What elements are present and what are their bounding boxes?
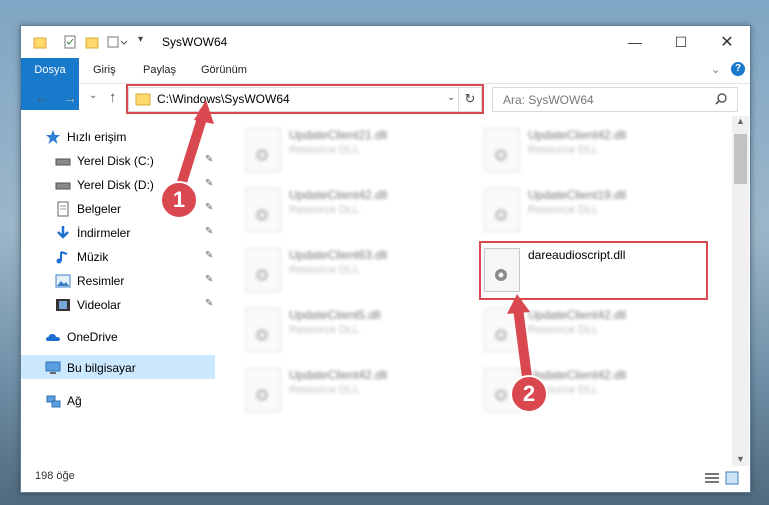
step-badge-2: 2 bbox=[510, 375, 548, 413]
step-badge-1: 1 bbox=[160, 181, 198, 219]
annotation-arrows bbox=[173, 100, 533, 390]
